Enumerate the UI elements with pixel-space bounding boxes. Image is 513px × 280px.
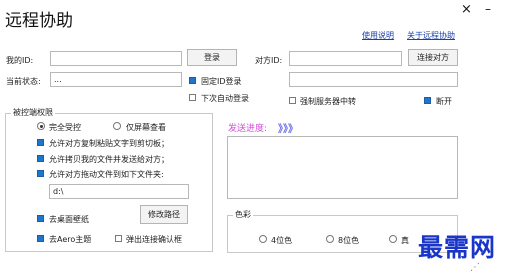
watermark-logo: 最需网 [418,233,497,262]
full-control-label: 完全受控 [49,123,81,132]
fixed-id-login-label: 固定ID登录 [201,77,242,86]
force-relay-label: 强制服务器中转 [300,97,356,106]
auto-login-label: 下次自动登录 [201,94,249,103]
send-progress-box [227,136,458,199]
connect-button[interactable]: 连接对方 [408,49,458,66]
minimize-icon[interactable]: – [485,2,491,16]
color-4bit-radio[interactable] [259,235,267,243]
status-label: 当前状态: [6,77,41,86]
help-link[interactable]: 使用说明 [362,30,394,41]
disconnect-label: 断开 [436,97,452,106]
color-8bit-radio[interactable] [326,235,334,243]
force-relay-checkbox[interactable] [289,97,296,104]
allow-send-files-label: 允许拷贝我的文件并发送给对方； [49,155,169,164]
permissions-group [5,113,213,252]
color-4bit-label: 4位色 [271,236,293,245]
status-field: ... [50,72,182,87]
view-only-radio[interactable] [113,122,121,130]
full-control-radio[interactable] [37,122,45,130]
remove-wallpaper-label: 去桌面壁纸 [49,215,89,224]
about-link[interactable]: 关于远程协助 [407,30,455,41]
popup-confirm-label: 弹出连接确认框 [126,235,182,244]
my-id-field[interactable] [50,51,182,66]
view-only-label: 仅屏幕查看 [126,123,166,132]
send-progress-arrows: 》》》 [278,124,298,135]
peer-secondary-field[interactable] [289,72,458,87]
auto-login-checkbox[interactable] [189,94,196,101]
popup-confirm-checkbox[interactable] [115,235,122,242]
allow-clipboard-label: 允许对方复制粘贴文字到剪切板； [49,139,169,148]
allow-drag-files-checkbox[interactable] [37,170,44,177]
allow-send-files-checkbox[interactable] [37,155,44,162]
register-button[interactable]: 登录 [187,49,237,66]
close-icon[interactable]: × [461,2,472,17]
color-8bit-label: 8位色 [338,236,360,245]
send-progress-label: 发送进度: [228,124,268,134]
remove-aero-checkbox[interactable] [37,235,44,242]
resize-grip-icon[interactable]: ⋰ [470,262,480,273]
fixed-id-login-checkbox[interactable] [189,77,196,84]
remove-aero-label: 去Aero主题 [49,235,92,244]
my-id-label: 我的ID: [6,56,34,65]
remove-wallpaper-checkbox[interactable] [37,215,44,222]
peer-id-label: 对方ID: [255,56,283,65]
color-true-label: 真 [401,236,409,245]
color-true-radio[interactable] [389,235,397,243]
modify-path-button[interactable]: 修改路径 [140,205,188,224]
peer-id-field[interactable] [289,51,402,66]
permissions-legend: 被控端权限 [11,107,55,118]
color-legend: 色彩 [233,209,253,220]
allow-clipboard-checkbox[interactable] [37,139,44,146]
allow-drag-files-label: 允许对方拖动文件到如下文件夹: [49,170,164,179]
folder-path-field[interactable]: d:\ [49,184,189,199]
disconnect-checkbox[interactable] [424,97,431,104]
window-title: 远程协助 [5,11,73,31]
